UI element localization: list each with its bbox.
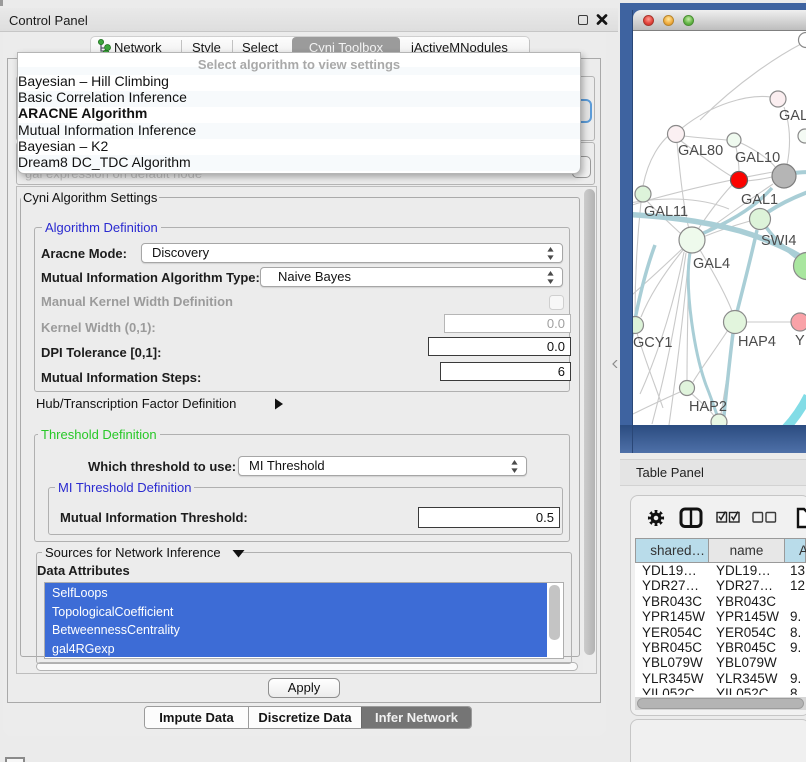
svg-text:GAL: GAL bbox=[779, 108, 806, 124]
svg-text:GAL11: GAL11 bbox=[644, 204, 688, 220]
svg-text:HAP4: HAP4 bbox=[738, 334, 776, 350]
svg-text:Y: Y bbox=[795, 333, 805, 349]
svg-text:SWI4: SWI4 bbox=[761, 233, 796, 249]
svg-text:HAP2: HAP2 bbox=[689, 399, 727, 415]
svg-text:GAL10: GAL10 bbox=[735, 150, 780, 166]
svg-text:GCY1: GCY1 bbox=[633, 335, 673, 351]
svg-text:GAL4: GAL4 bbox=[693, 256, 730, 272]
svg-text:GAL1: GAL1 bbox=[741, 192, 778, 208]
svg-text:GAL80: GAL80 bbox=[678, 143, 723, 159]
